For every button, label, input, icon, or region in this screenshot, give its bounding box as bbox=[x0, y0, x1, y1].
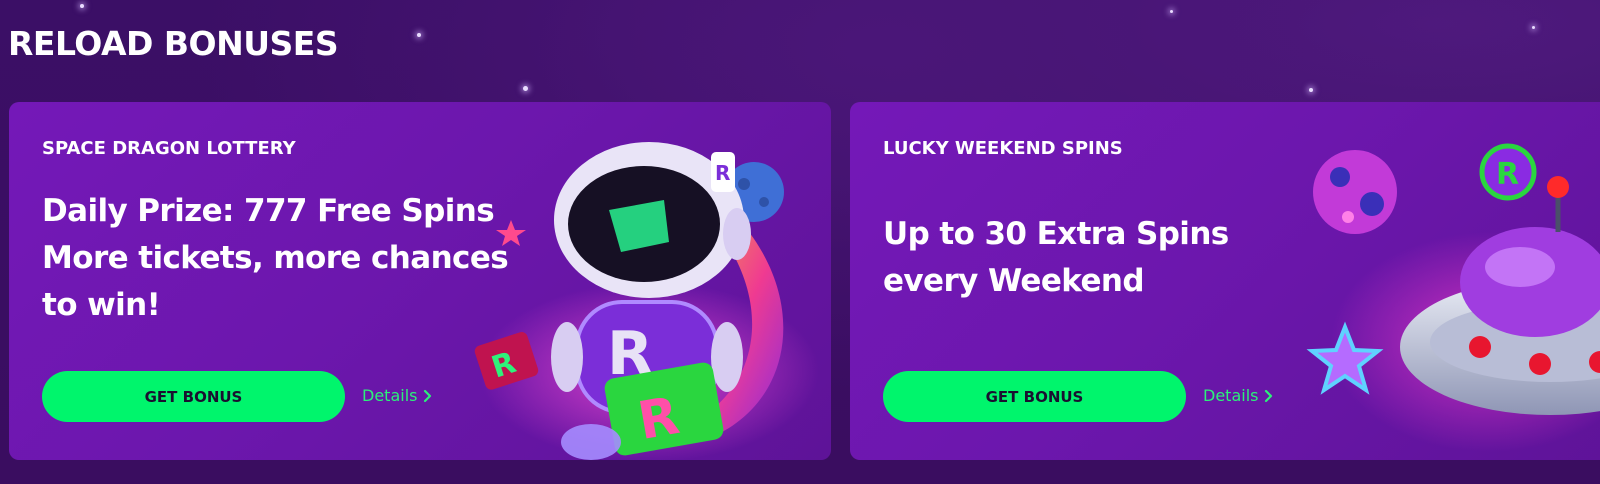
details-link[interactable]: Details bbox=[1203, 386, 1274, 405]
bonus-card-space-dragon-lottery: R R R R SPACE DRAGON LOTTERY Daily Prize… bbox=[9, 102, 831, 460]
star-decoration bbox=[80, 4, 84, 8]
get-bonus-button[interactable]: GET BONUS bbox=[42, 371, 345, 422]
card-label: SPACE DRAGON LOTTERY bbox=[42, 138, 296, 159]
star-decoration bbox=[1532, 26, 1535, 29]
card-label: LUCKY WEEKEND SPINS bbox=[883, 138, 1123, 159]
card-headline: Up to 30 Extra Spins every Weekend bbox=[883, 216, 1229, 299]
chevron-right-icon bbox=[424, 389, 432, 402]
get-bonus-button[interactable]: GET BONUS bbox=[883, 371, 1186, 422]
section-title: RELOAD BONUSES bbox=[8, 24, 339, 63]
star-decoration bbox=[523, 86, 528, 91]
details-link[interactable]: Details bbox=[362, 386, 433, 405]
star-decoration bbox=[417, 33, 421, 37]
svg-text:R: R bbox=[1496, 157, 1519, 192]
reload-bonuses-section: RELOAD BONUSES R R R R SPACE DRAGON LOTT… bbox=[0, 0, 1600, 484]
bonus-card-lucky-weekend-spins: R LUCKY WEEKEND SPINS Up to 30 Extra Spi… bbox=[850, 102, 1600, 460]
details-label: Details bbox=[362, 386, 418, 405]
chevron-right-icon bbox=[1265, 389, 1273, 402]
svg-text:R: R bbox=[715, 161, 730, 185]
details-label: Details bbox=[1203, 386, 1259, 405]
card-headline: Daily Prize: 777 Free Spins More tickets… bbox=[42, 193, 509, 323]
ufo-planet-illustration: R bbox=[1306, 143, 1600, 452]
star-decoration bbox=[1170, 10, 1173, 13]
star-decoration bbox=[1309, 88, 1313, 92]
